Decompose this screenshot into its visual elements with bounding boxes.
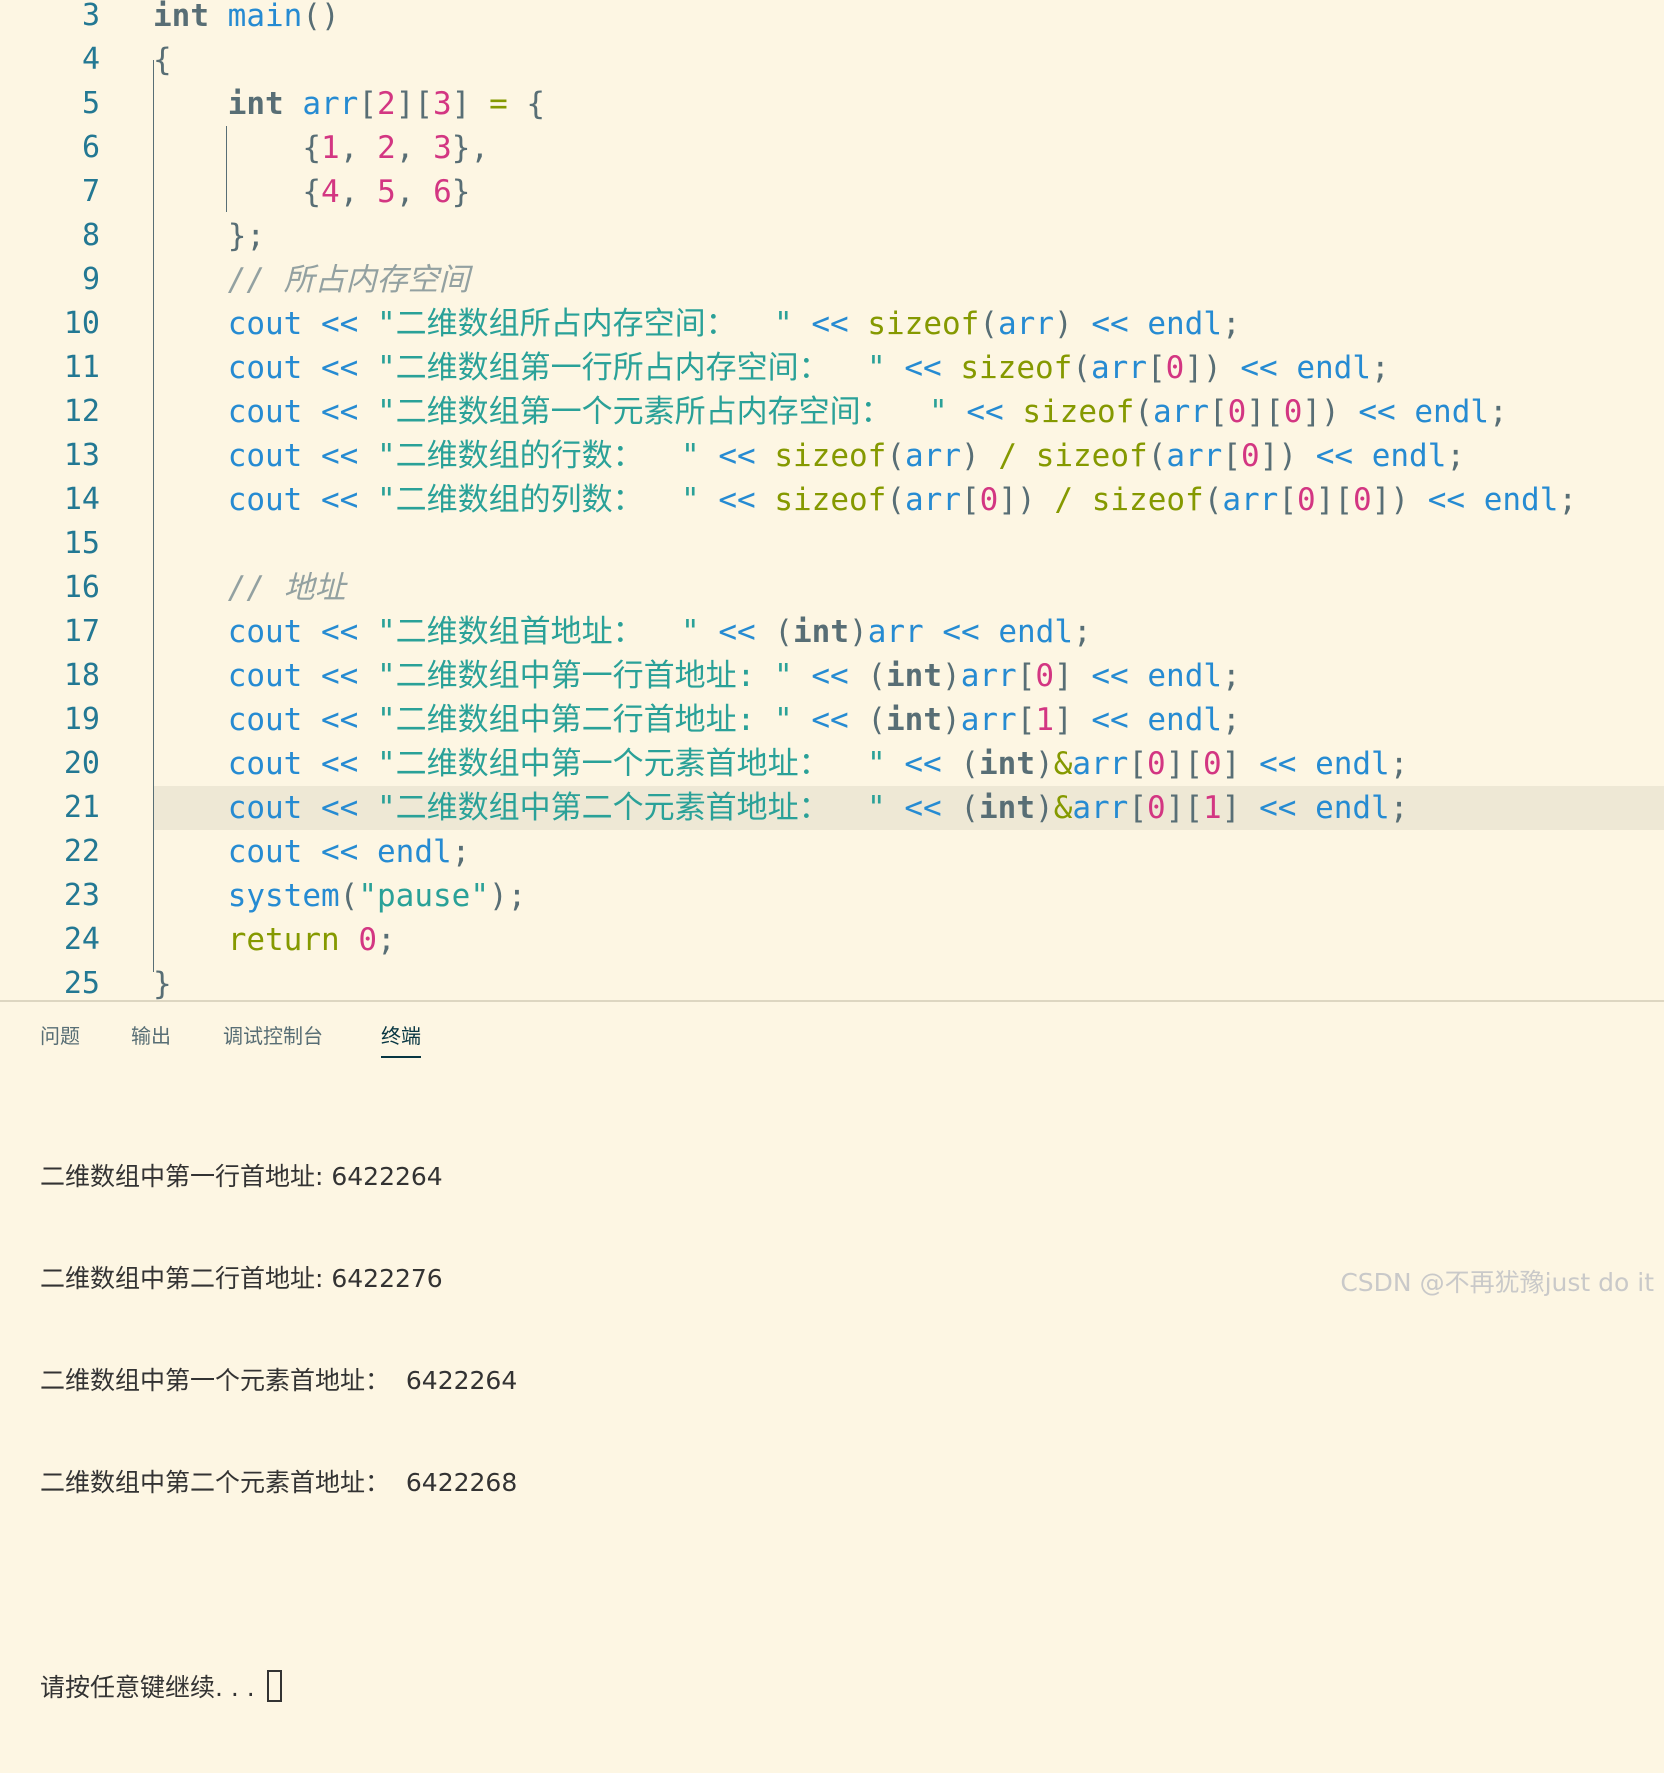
line-number: 6	[81, 130, 100, 165]
code-text: system("pause");	[227, 878, 527, 914]
code-text: cout << "二维数组第一行所占内存空间： " << sizeof(arr[…	[227, 350, 1390, 386]
code-line[interactable]: 21 cout << "二维数组中第二个元素首地址： " << (int)&ar…	[64, 786, 1664, 830]
code-line[interactable]: 6 {1, 2, 3},	[0, 126, 1664, 170]
code-line[interactable]: 5 int arr[2][3] = {	[0, 82, 1664, 126]
code-line[interactable]: 9 // 所占内存空间	[0, 258, 1664, 302]
terminal-cursor	[266, 1670, 282, 1702]
code-text: int main()	[153, 0, 340, 34]
code-text: cout << endl;	[227, 834, 471, 870]
line-number: 5	[81, 86, 100, 121]
code-line[interactable]: 17 cout << "二维数组首地址： " << (int)arr << en…	[0, 610, 1664, 654]
code-line[interactable]: 7 {4, 5, 6}	[0, 170, 1664, 214]
line-number: 16	[63, 570, 100, 605]
code-text: cout << "二维数组第一个元素所占内存空间： " << sizeof(ar…	[227, 394, 1508, 430]
code-line[interactable]: 20 cout << "二维数组中第一个元素首地址： " << (int)&ar…	[0, 742, 1664, 786]
code-text: // 地址	[227, 570, 346, 606]
code-line[interactable]: 22 cout << endl;	[0, 830, 1664, 874]
code-text: {	[153, 42, 172, 78]
line-number: 7	[81, 174, 100, 209]
code-line[interactable]: 18 cout << "二维数组中第一行首地址: " << (int)arr[0…	[0, 654, 1664, 698]
line-number: 10	[63, 306, 100, 341]
line-number: 22	[63, 834, 100, 869]
line-number: 11	[63, 350, 100, 385]
terminal-line: 二维数组中第二个元素首地址： 6422268	[40, 1468, 518, 1497]
terminal-output[interactable]: 二维数组中第一行首地址: 6422264 二维数组中第二行首地址: 642227…	[40, 1092, 517, 1773]
line-number: 24	[63, 922, 100, 957]
code-text: return 0;	[227, 922, 396, 958]
tab-terminal[interactable]: 终端	[381, 1016, 421, 1058]
code-text: cout << "二维数组所占内存空间： " << sizeof(arr) <<…	[227, 306, 1241, 342]
line-number: 25	[63, 966, 100, 1000]
code-line[interactable]: 23 system("pause");	[0, 874, 1664, 918]
code-text: // 所占内存空间	[227, 262, 470, 298]
tab-problems[interactable]: 问题	[40, 1016, 80, 1056]
tab-debug-console[interactable]: 调试控制台	[223, 1016, 323, 1056]
code-line[interactable]: 4{	[0, 38, 1664, 82]
code-line[interactable]: 19 cout << "二维数组中第二行首地址: " << (int)arr[1…	[0, 698, 1664, 742]
code-text: {1, 2, 3},	[302, 130, 490, 166]
indent-guide	[226, 126, 227, 212]
line-number: 4	[81, 42, 100, 77]
code-line[interactable]: 13 cout << "二维数组的行数： " << sizeof(arr) / …	[0, 434, 1664, 478]
terminal-prompt-text: 请按任意键继续. . .	[40, 1673, 263, 1702]
code-text: {4, 5, 6}	[302, 174, 471, 210]
bottom-panel: 问题 输出 调试控制台 终端 二维数组中第一行首地址: 6422264 二维数组…	[0, 1000, 1664, 1702]
code-text: cout << "二维数组中第一行首地址: " << (int)arr[0] <…	[227, 658, 1241, 694]
terminal-line: 二维数组中第二行首地址: 6422276	[40, 1264, 443, 1293]
code-line[interactable]: 24 return 0;	[0, 918, 1664, 962]
line-number: 14	[63, 482, 100, 517]
line-number: 20	[63, 746, 100, 781]
code-editor[interactable]: 3 int main() 4{5 int arr[2][3] = {6 {1, 2,…	[0, 0, 1664, 1000]
code-line[interactable]: 11 cout << "二维数组第一行所占内存空间： " << sizeof(a…	[0, 346, 1664, 390]
line-number: 9	[81, 262, 100, 297]
code-text: cout << "二维数组的列数： " << sizeof(arr[0]) / …	[227, 482, 1578, 518]
code-text: }	[153, 966, 172, 1000]
code-line[interactable]: 12 cout << "二维数组第一个元素所占内存空间： " << sizeof…	[0, 390, 1664, 434]
terminal-line: 二维数组中第一行首地址: 6422264	[40, 1162, 443, 1191]
line-number: 3	[81, 0, 100, 33]
line-number: 18	[63, 658, 100, 693]
code-line[interactable]: 10 cout << "二维数组所占内存空间： " << sizeof(arr)…	[0, 302, 1664, 346]
code-line[interactable]: 3 int main()	[0, 0, 1664, 38]
code-line[interactable]: 25}	[0, 962, 1664, 1000]
line-number: 13	[63, 438, 100, 473]
line-number: 23	[63, 878, 100, 913]
line-number: 8	[81, 218, 100, 253]
code-text: cout << "二维数组首地址： " << (int)arr << endl;	[227, 614, 1092, 650]
terminal-line: 二维数组中第一个元素首地址： 6422264	[40, 1366, 518, 1395]
code-text: };	[227, 218, 266, 254]
tab-output[interactable]: 输出	[131, 1016, 171, 1056]
code-text: cout << "二维数组的行数： " << sizeof(arr) / siz…	[227, 438, 1466, 474]
watermark: CSDN @不再犹豫just do it	[1340, 1268, 1654, 1297]
line-number: 15	[63, 526, 100, 561]
indent-guide	[153, 60, 154, 972]
code-text: cout << "二维数组中第一个元素首地址： " << (int)&arr[0…	[227, 746, 1409, 782]
line-number: 12	[63, 394, 100, 429]
code-line[interactable]: 8 };	[0, 214, 1664, 258]
code-text: int arr[2][3] = {	[227, 86, 546, 122]
code-line[interactable]: 16 // 地址	[0, 566, 1664, 610]
line-number: 19	[63, 702, 100, 737]
code-text: cout << "二维数组中第二行首地址: " << (int)arr[1] <…	[227, 702, 1241, 738]
code-line[interactable]: 15	[0, 522, 1664, 566]
line-number: 21	[63, 790, 100, 825]
terminal-prompt-line: 请按任意键继续. . .	[40, 1670, 517, 1705]
line-number: 17	[63, 614, 100, 649]
code-text: cout << "二维数组中第二个元素首地址： " << (int)&arr[0…	[227, 790, 1409, 826]
code-line[interactable]: 14 cout << "二维数组的列数： " << sizeof(arr[0])…	[0, 478, 1664, 522]
